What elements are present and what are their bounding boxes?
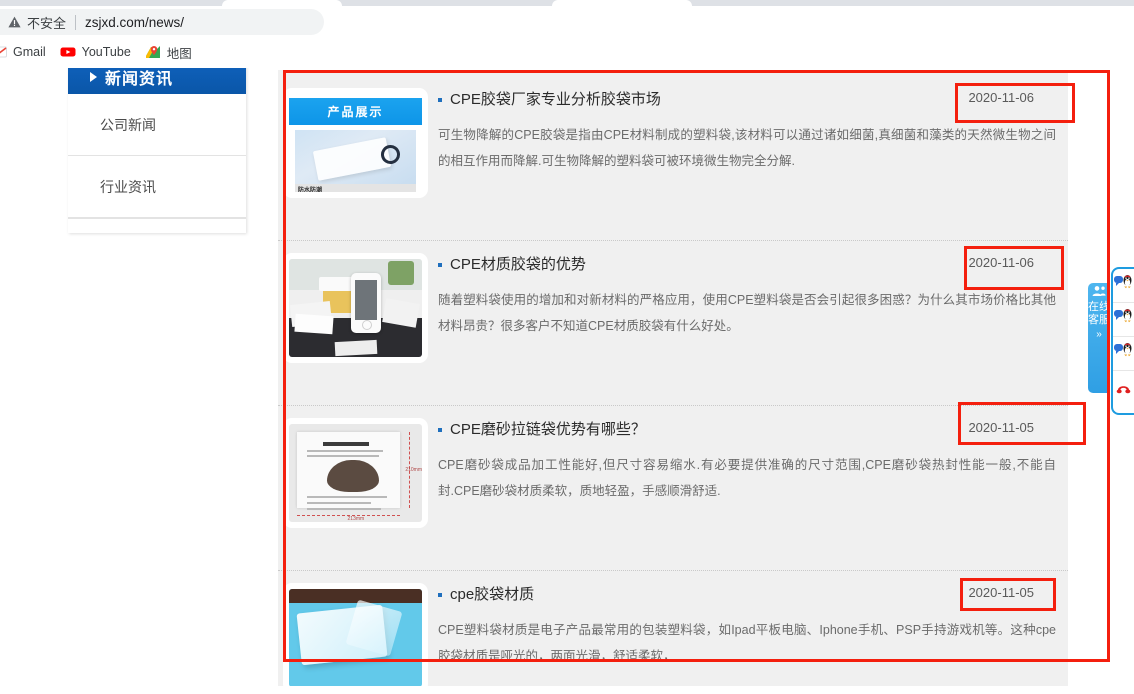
news-entry: cpe胶袋材质 2020-11-05 CPE塑料袋材质是电子产品最常用的包装塑料…	[438, 585, 1056, 669]
not-secure-label: 不安全	[27, 15, 67, 31]
play-triangle-icon	[90, 72, 97, 82]
sidebar-item-industry-news[interactable]: 行业资讯	[68, 156, 246, 218]
news-entry: CPE材质胶袋的优势 2020-11-06 随着塑料袋使用的增加和对新材料的严格…	[438, 255, 1056, 339]
news-title[interactable]: CPE磨砂拉链袋优势有哪些？	[438, 420, 1054, 440]
youtube-icon	[60, 44, 76, 60]
people-icon	[1092, 286, 1106, 300]
bookmark-maps[interactable]: 地图	[138, 40, 199, 64]
news-list-item[interactable]: 210mm 213mm CPE磨砂拉链袋优势有哪些？ 2020-11-05 CPE…	[278, 406, 1068, 571]
chevron-right-icon[interactable]: »	[1088, 328, 1110, 341]
viewport-bottom-edge	[0, 686, 1134, 694]
news-entry: CPE磨砂拉链袋优势有哪些？ 2020-11-05 CPE磨砂袋成品加工性能好,…	[438, 420, 1056, 504]
news-list: 产品展示 防水防潮 CPE胶袋厂家专业分析胶袋市场 2020-11-06 可生物…	[278, 70, 1068, 694]
news-date: 2020-11-05	[968, 420, 1034, 435]
news-description: 可生物降解的CPE胶袋是指由CPE材料制成的塑料袋,该材料可以通过诸如细菌,真细…	[438, 128, 1056, 168]
sidebar-header: 新闻资讯	[68, 68, 246, 94]
phone-contact-row[interactable]	[1113, 371, 1134, 404]
sidebar-item-label: 公司新闻	[100, 116, 156, 133]
online-service-panel	[1111, 267, 1134, 415]
thumbnail-caption: 防水防潮	[295, 184, 416, 192]
bookmark-gmail[interactable]: Gmail	[0, 40, 53, 64]
news-title[interactable]: CPE材质胶袋的优势	[438, 255, 1054, 275]
qq-penguin-icon	[1123, 342, 1132, 357]
qq-penguin-icon	[1123, 274, 1132, 289]
page-viewport: 新闻资讯 公司新闻 行业资讯 产品展示 防水防潮 CPE胶袋厂家专业分析胶袋市场…	[0, 68, 1134, 694]
online-service-tab[interactable]: 在线客服 »	[1088, 283, 1110, 393]
news-list-item[interactable]: cpe胶袋材质 2020-11-05 CPE塑料袋材质是电子产品最常用的包装塑料…	[278, 571, 1068, 694]
sidebar-item-company-news[interactable]: 公司新闻	[68, 94, 246, 156]
browser-chrome: 不安全 zsjxd.com/news/ Gmail YouTube 地图	[0, 0, 1134, 68]
qq-contact-row[interactable]	[1113, 303, 1134, 337]
sidebar-item-label: 行业资讯	[100, 178, 156, 195]
news-date: 2020-11-05	[968, 585, 1034, 600]
bookmarks-bar: Gmail YouTube 地图	[0, 38, 1134, 66]
qq-penguin-icon	[1123, 308, 1132, 323]
google-maps-icon	[145, 44, 161, 60]
omnibox-row: 不安全 zsjxd.com/news/	[0, 6, 1134, 36]
news-description: CPE塑料袋材质是电子产品最常用的包装塑料袋，如Ipad平板电脑、Iphone手…	[438, 623, 1056, 663]
news-entry: CPE胶袋厂家专业分析胶袋市场 2020-11-06 可生物降解的CPE胶袋是指…	[438, 90, 1056, 174]
phone-icon	[1116, 381, 1132, 395]
url-text: zsjxd.com/news/	[85, 14, 185, 30]
news-list-item[interactable]: CPE材质胶袋的优势 2020-11-06 随着塑料袋使用的增加和对新材料的严格…	[278, 241, 1068, 406]
address-bar[interactable]: 不安全 zsjxd.com/news/	[0, 9, 324, 35]
product-display-thumbnail	[295, 130, 416, 184]
sidebar: 新闻资讯 公司新闻 行业资讯	[68, 68, 246, 233]
news-thumbnail[interactable]	[283, 583, 428, 693]
news-main-column: 产品展示 防水防潮 CPE胶袋厂家专业分析胶袋市场 2020-11-06 可生物…	[278, 68, 1068, 694]
chrome-divider	[0, 66, 1134, 67]
news-date: 2020-11-06	[968, 255, 1034, 270]
omnibox-divider	[75, 14, 77, 30]
bookmark-label: YouTube	[81, 45, 131, 59]
news-thumbnail[interactable]: 210mm 213mm	[283, 418, 428, 528]
news-title[interactable]: cpe胶袋材质	[438, 585, 1054, 605]
qq-contact-row[interactable]	[1113, 337, 1134, 371]
news-description: 随着塑料袋使用的增加和对新材料的严格应用，使用CPE塑料袋是否会引起很多困惑？为…	[438, 293, 1056, 333]
news-description: CPE磨砂袋成品加工性能好,但尺寸容易缩水.有必要提供准确的尺寸范围,CPE磨砂…	[438, 458, 1056, 498]
not-secure-warning-icon	[8, 16, 21, 28]
qq-contact-row[interactable]	[1113, 269, 1134, 303]
chat-bubble-icon	[1114, 310, 1123, 320]
news-list-item[interactable]: 产品展示 防水防潮 CPE胶袋厂家专业分析胶袋市场 2020-11-06 可生物…	[278, 76, 1068, 241]
bookmark-youtube[interactable]: YouTube	[53, 40, 138, 64]
thumbnail-banner-label: 产品展示	[289, 98, 422, 125]
gmail-icon	[0, 44, 7, 60]
chat-bubble-icon	[1114, 344, 1123, 354]
bookmark-label: Gmail	[13, 45, 46, 59]
news-thumbnail[interactable]	[283, 253, 428, 363]
online-service-tab-label: 在线客服	[1088, 301, 1110, 326]
sidebar-footer	[68, 218, 246, 233]
bookmark-label: 地图	[166, 46, 192, 61]
news-title[interactable]: CPE胶袋厂家专业分析胶袋市场	[438, 90, 1054, 110]
phone-packaging-thumbnail	[289, 259, 422, 357]
online-service-widget[interactable]: 在线客服 »	[1088, 255, 1134, 415]
news-thumbnail[interactable]: 产品展示 防水防潮	[283, 88, 428, 198]
news-date: 2020-11-06	[968, 90, 1034, 105]
mask-bag-thumbnail: 210mm 213mm	[289, 424, 422, 522]
chat-bubble-icon	[1114, 276, 1123, 286]
sidebar-header-label: 新闻资讯	[105, 71, 174, 88]
clear-bag-thumbnail	[289, 589, 422, 687]
